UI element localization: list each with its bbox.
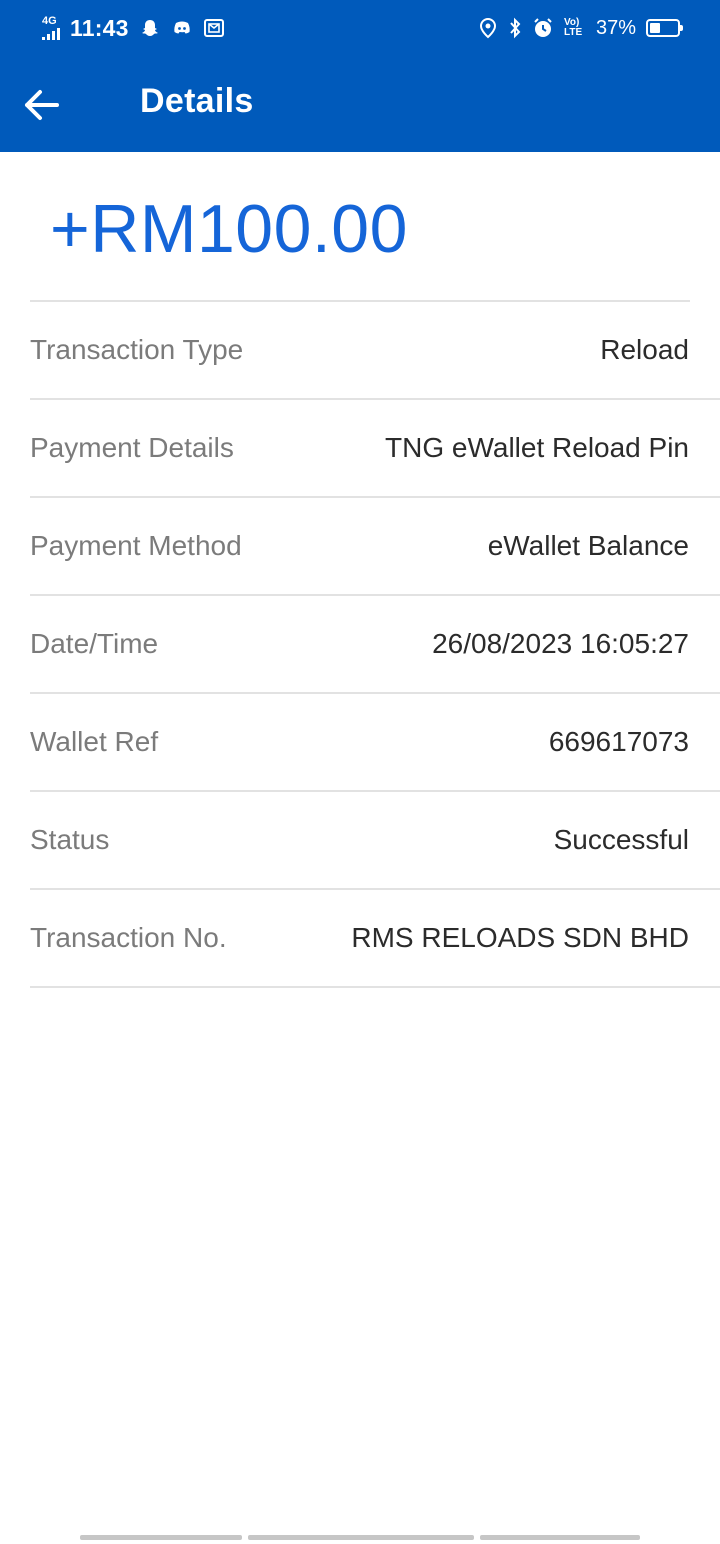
battery-percentage: 37% — [595, 16, 636, 39]
snapchat-icon — [139, 17, 161, 39]
detail-row-wallet-ref: Wallet Ref 669617073 — [30, 694, 720, 792]
detail-row-date-time: Date/Time 26/08/2023 16:05:27 — [30, 596, 720, 694]
detail-label: Transaction Type — [30, 334, 244, 365]
back-button[interactable] — [20, 84, 62, 126]
detail-row-transaction-type: Transaction Type Reload — [30, 302, 720, 400]
network-type: 4G — [42, 15, 57, 27]
detail-row-payment-method: Payment Method eWallet Balance — [30, 498, 720, 596]
status-bar-left: 4G 11:43 — [42, 15, 225, 42]
bluetooth-icon — [508, 17, 522, 39]
detail-value: Successful — [553, 824, 689, 855]
status-bar-right: Vo) LTE 37% — [478, 16, 683, 40]
detail-value: eWallet Balance — [487, 530, 689, 561]
location-icon — [478, 17, 498, 39]
detail-label: Wallet Ref — [30, 726, 159, 757]
page-title: Details — [140, 82, 254, 120]
detail-label: Transaction No. — [30, 922, 227, 953]
signal-indicator: 4G — [42, 16, 60, 40]
detail-value: Reload — [600, 334, 689, 365]
detail-row-payment-details: Payment Details TNG eWallet Reload Pin — [30, 400, 720, 498]
mail-icon — [203, 17, 225, 39]
detail-value: 669617073 — [548, 726, 689, 757]
transaction-details-screen: 4G 11:43 Vo) LTE 37% Details +RM100.00 T… — [0, 0, 720, 1544]
volte-icon: Vo) LTE — [563, 17, 583, 38]
alarm-icon — [532, 17, 554, 39]
detail-row-transaction-no: Transaction No. RMS RELOADS SDN BHD — [30, 890, 720, 988]
detail-label: Date/Time — [30, 628, 159, 659]
battery-level — [650, 23, 660, 33]
app-bar: Details — [0, 56, 720, 152]
discord-icon — [171, 17, 193, 39]
signal-bars-icon — [42, 28, 60, 40]
detail-label: Payment Method — [30, 530, 242, 561]
status-time: 11:43 — [70, 14, 129, 41]
detail-value: 26/08/2023 16:05:27 — [432, 628, 689, 659]
detail-label: Payment Details — [30, 432, 234, 463]
detail-row-status: Status Successful — [30, 792, 720, 890]
detail-value: TNG eWallet Reload Pin — [385, 432, 689, 463]
header: 4G 11:43 Vo) LTE 37% Details — [0, 0, 720, 152]
status-bar: 4G 11:43 Vo) LTE 37% — [0, 0, 720, 56]
arrow-left-icon — [25, 90, 59, 120]
transaction-amount: +RM100.00 — [50, 191, 408, 267]
navigation-gesture-bar[interactable] — [80, 1535, 640, 1540]
detail-value: RMS RELOADS SDN BHD — [351, 922, 689, 953]
detail-label: Status — [30, 824, 110, 855]
details-list: Transaction Type Reload Payment Details … — [0, 302, 720, 988]
battery-icon — [646, 19, 683, 37]
